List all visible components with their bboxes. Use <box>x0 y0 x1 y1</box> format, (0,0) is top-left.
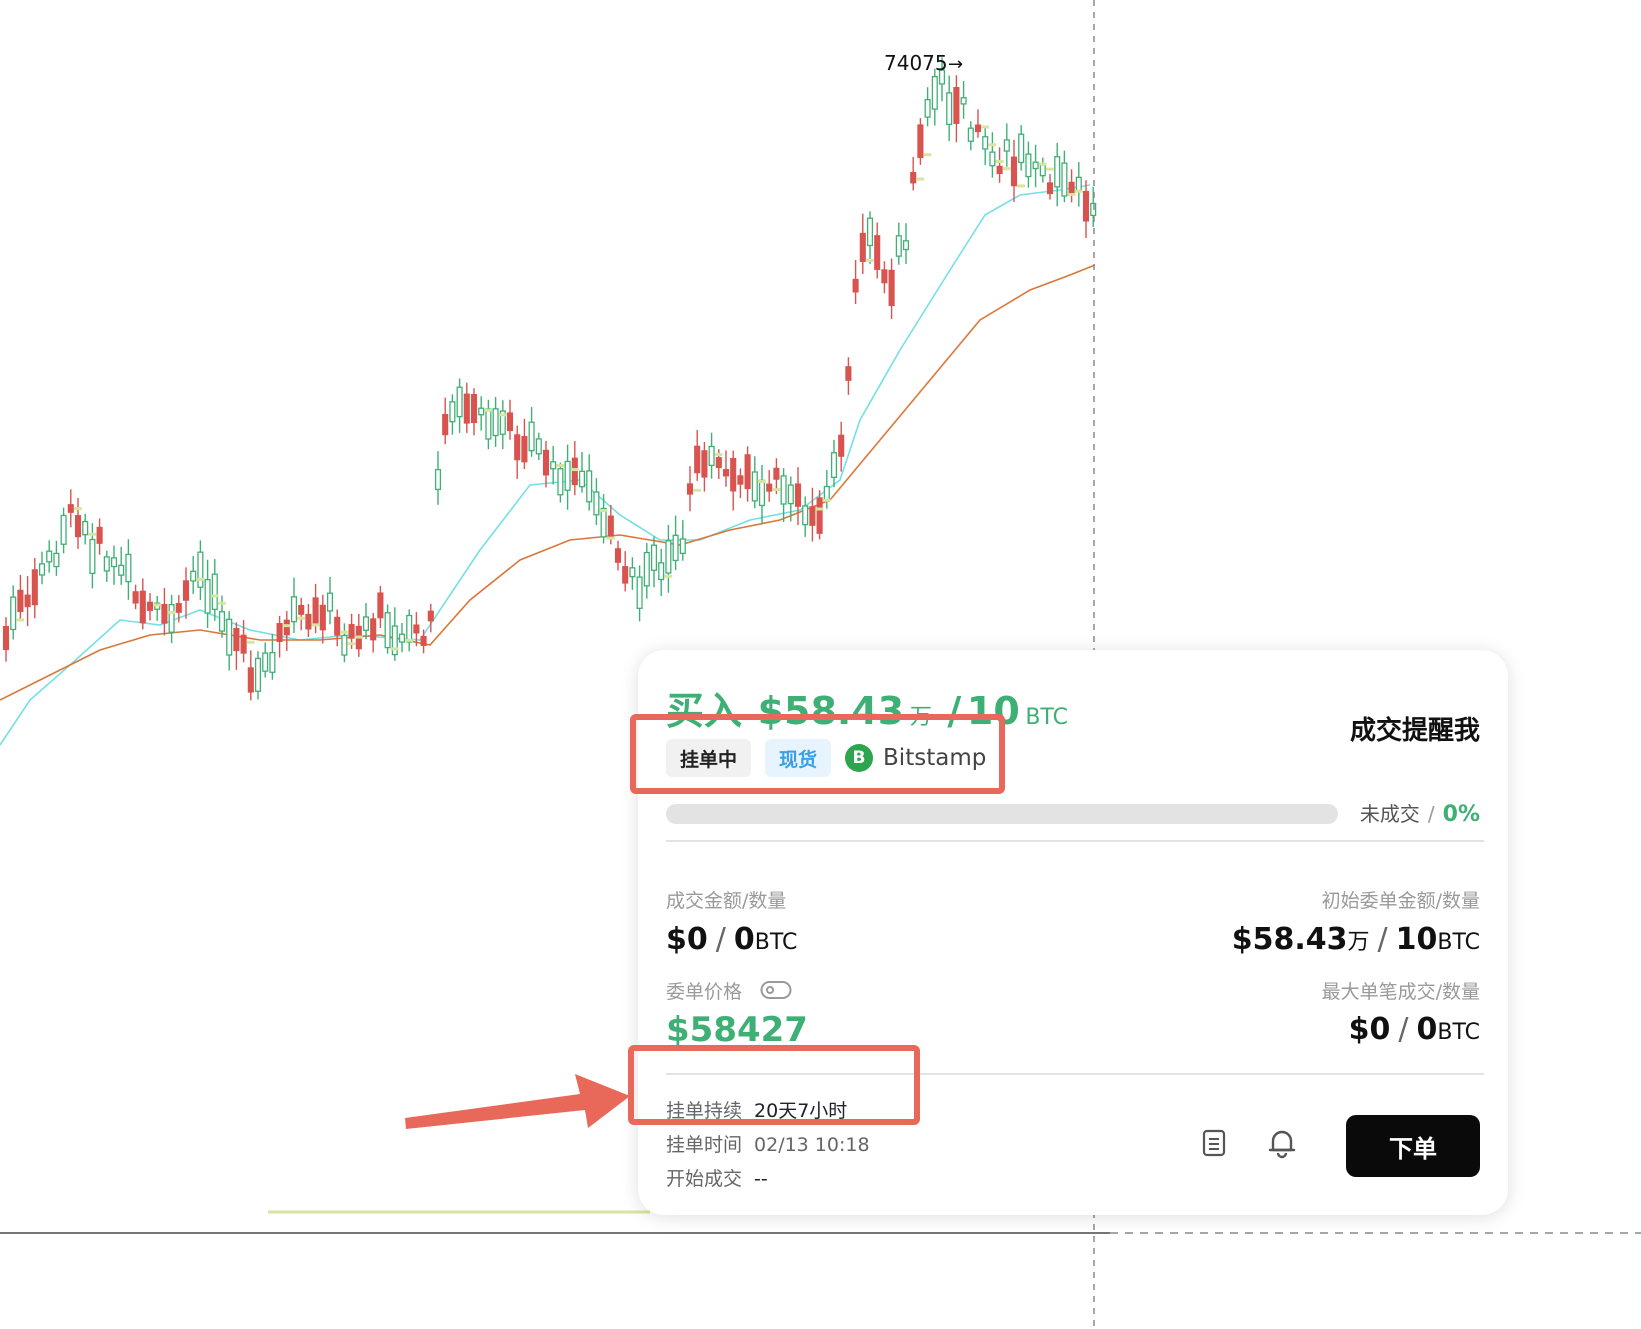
arrow-right-icon <box>405 1074 630 1129</box>
